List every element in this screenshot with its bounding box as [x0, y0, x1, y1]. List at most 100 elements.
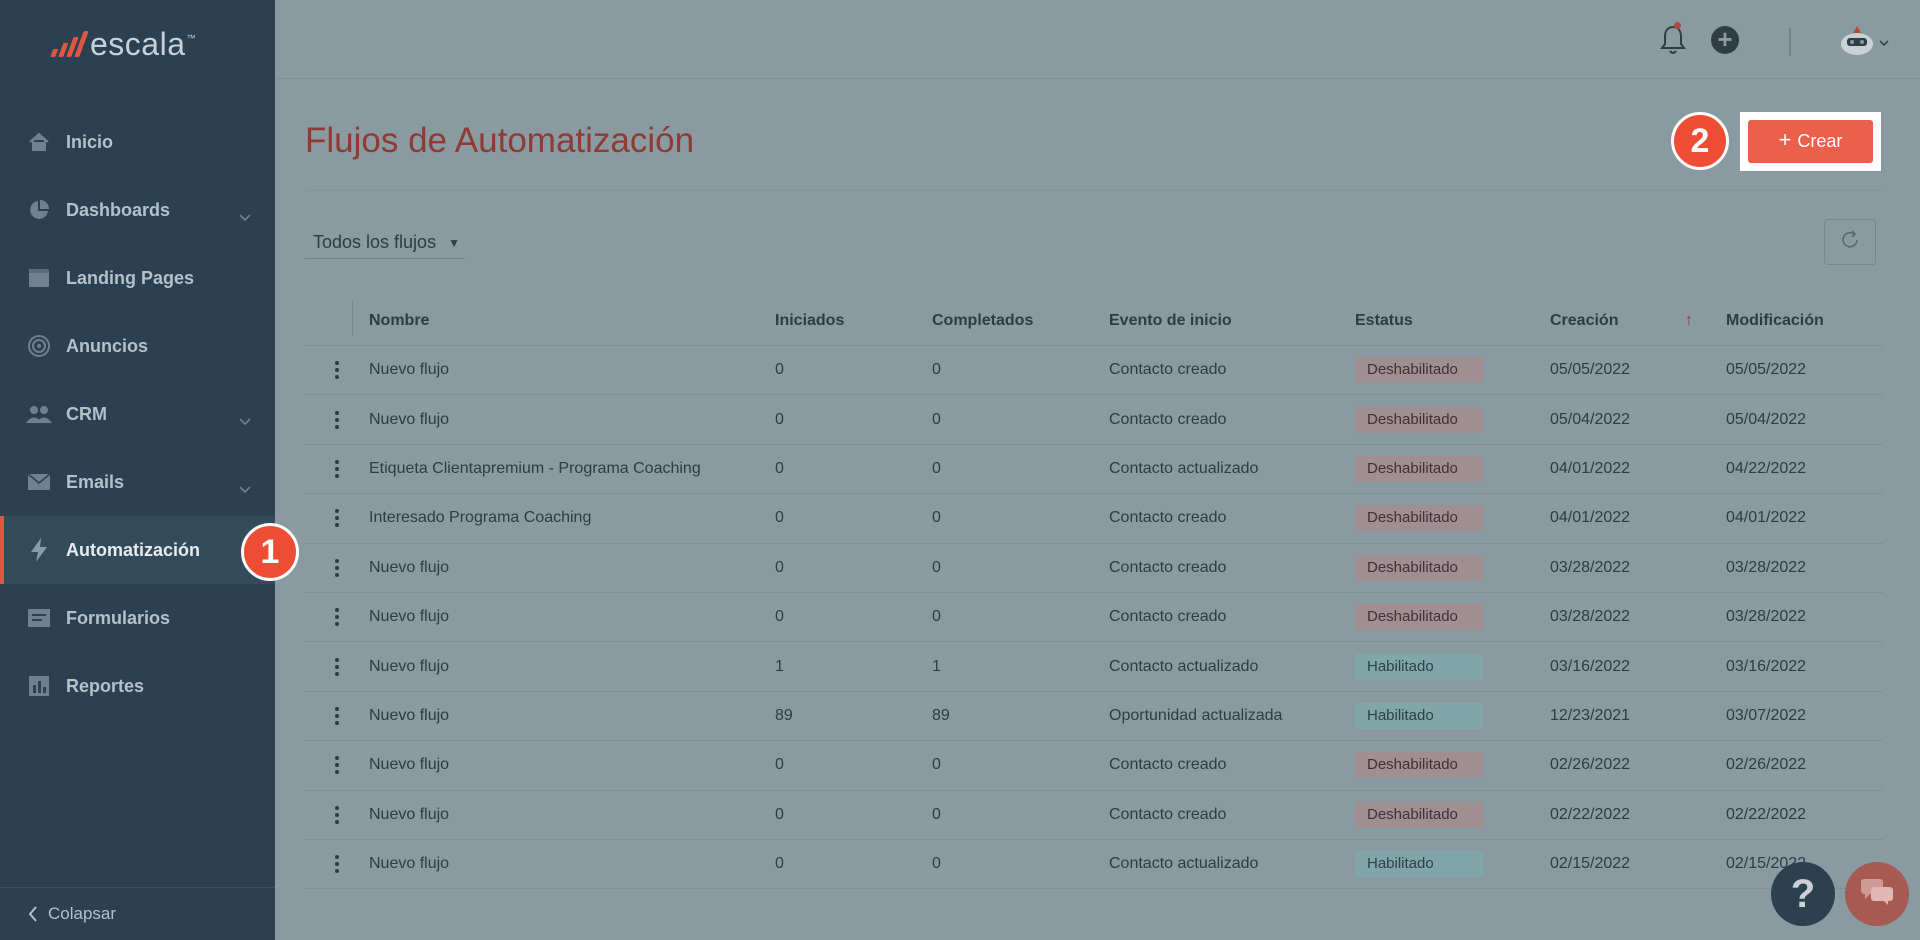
row-menu-cell [305, 555, 369, 581]
start-event: Contacto creado [1109, 509, 1227, 527]
sidebar-item-label: Automatización [66, 539, 201, 560]
escala-logo[interactable]: escala ™ [50, 26, 196, 62]
flow-name[interactable]: Nuevo flujo [369, 658, 775, 676]
status-cell: Habilitado [1355, 702, 1550, 729]
more-vertical-icon[interactable] [329, 752, 345, 778]
lightning-icon [26, 537, 52, 563]
table-row[interactable]: Nuevo flujo 0 0 Contacto creado Deshabilitad… [305, 346, 1883, 396]
created-date: 05/04/2022 [1550, 410, 1631, 428]
sidebar-item-reportes[interactable]: Reportes [0, 652, 275, 720]
chevron-down-icon[interactable] [1879, 34, 1889, 52]
created-date: 05/05/2022 [1550, 361, 1631, 379]
started-count: 0 [775, 558, 784, 576]
create-button[interactable]: + Crear [1748, 120, 1873, 163]
more-vertical-icon[interactable] [329, 357, 345, 383]
start-event: Oportunidad actualizada [1109, 706, 1283, 724]
created-date: 02/22/2022 [1550, 805, 1631, 823]
completed-count: 1 [932, 657, 941, 675]
collapse-sidebar-button[interactable]: Colapsar [0, 887, 275, 940]
created-date: 03/16/2022 [1550, 657, 1631, 675]
help-button[interactable]: ? [1771, 862, 1835, 926]
sidebar: escala ™ Inicio Dashboards Landing Pages [0, 0, 275, 940]
status-cell: Deshabilitado [1355, 357, 1550, 384]
flow-name[interactable]: Nuevo flujo [369, 855, 775, 873]
column-header-completados[interactable]: Completados [932, 312, 1109, 330]
completed-count: 0 [932, 361, 941, 379]
sidebar-item-crm[interactable]: CRM [0, 380, 275, 448]
table-row[interactable]: Etiqueta Clientapremium - Programa Coach… [305, 445, 1883, 495]
table-row[interactable]: Nuevo flujo 0 0 Contacto actualizado Habilit… [305, 840, 1883, 890]
column-header-creacion[interactable]: Creación ↑ [1550, 312, 1726, 330]
add-circle-icon[interactable]: + [1711, 26, 1739, 54]
flow-filter-select[interactable]: Todos los flujos ▼ [305, 227, 465, 259]
flow-name[interactable]: Nuevo flujo [369, 608, 775, 626]
table-row[interactable]: Nuevo flujo 89 89 Oportunidad actualizada Ha… [305, 692, 1883, 742]
status-cell: Deshabilitado [1355, 801, 1550, 828]
completed-count: 0 [932, 410, 941, 428]
row-menu-cell [305, 802, 369, 828]
started-count: 0 [775, 410, 784, 428]
flow-name[interactable]: Nuevo flujo [369, 756, 775, 774]
notifications-bell-icon[interactable] [1658, 22, 1688, 61]
page-title: Flujos de Automatización [305, 121, 695, 160]
sidebar-item-label: Landing Pages [66, 267, 195, 288]
sidebar-item-formularios[interactable]: Formularios [0, 584, 275, 652]
sidebar-item-label: Reportes [66, 675, 145, 696]
more-vertical-icon[interactable] [329, 604, 345, 630]
plus-icon: + [1778, 127, 1792, 152]
sidebar-item-landing-pages[interactable]: Landing Pages [0, 244, 275, 312]
refresh-button[interactable] [1824, 219, 1876, 265]
created-date: 02/15/2022 [1550, 855, 1631, 873]
table-row[interactable]: Nuevo flujo 1 1 Contacto actualizado Habilit… [305, 642, 1883, 692]
more-vertical-icon[interactable] [329, 802, 345, 828]
start-event: Contacto creado [1109, 361, 1227, 379]
flow-name[interactable]: Nuevo flujo [369, 806, 775, 824]
sidebar-item-dashboards[interactable]: Dashboards [0, 176, 275, 244]
sort-up-arrow-icon[interactable]: ↑ [1685, 312, 1693, 330]
column-header-estatus[interactable]: Estatus [1355, 312, 1550, 330]
caret-down-icon: ▼ [448, 235, 460, 250]
more-vertical-icon[interactable] [329, 851, 345, 877]
status-badge: Habilitado [1355, 653, 1483, 680]
flow-name[interactable]: Nuevo flujo [369, 707, 775, 725]
column-header-evento[interactable]: Evento de inicio [1109, 312, 1355, 330]
column-header-nombre[interactable]: Nombre [369, 312, 775, 330]
flow-name[interactable]: Nuevo flujo [369, 361, 775, 379]
flow-name[interactable]: Etiqueta Clientapremium - Programa Coach… [369, 460, 775, 478]
more-vertical-icon[interactable] [329, 456, 345, 482]
flow-name[interactable]: Interesado Programa Coaching [369, 509, 775, 527]
table-row[interactable]: Nuevo flujo 0 0 Contacto creado Deshabilitad… [305, 593, 1883, 643]
status-badge: Deshabilitado [1355, 801, 1483, 828]
modified-date: 05/05/2022 [1726, 361, 1807, 379]
flow-name[interactable]: Nuevo flujo [369, 411, 775, 429]
table-row[interactable]: Nuevo flujo 0 0 Contacto creado Deshabilitad… [305, 395, 1883, 445]
modified-date: 05/04/2022 [1726, 410, 1807, 428]
column-header-modificacion[interactable]: Modificación [1726, 312, 1876, 330]
completed-count: 0 [932, 459, 941, 477]
start-event: Contacto creado [1109, 608, 1227, 626]
sidebar-item-inicio[interactable]: Inicio [0, 108, 275, 176]
sidebar-item-emails[interactable]: Emails [0, 448, 275, 516]
chat-button[interactable] [1845, 862, 1909, 926]
started-count: 0 [775, 459, 784, 477]
more-vertical-icon[interactable] [329, 505, 345, 531]
more-vertical-icon[interactable] [329, 407, 345, 433]
table-row[interactable]: Nuevo flujo 0 0 Contacto creado Deshabilitad… [305, 544, 1883, 593]
collapse-label: Colapsar [48, 904, 117, 923]
sidebar-item-label: Formularios [66, 607, 171, 628]
column-header-iniciados[interactable]: Iniciados [775, 312, 932, 330]
status-badge: Habilitado [1355, 851, 1483, 878]
table-row[interactable]: Interesado Programa Coaching 0 0 Contacto c… [305, 494, 1883, 544]
avatar[interactable] [1837, 24, 1877, 58]
sidebar-item-automatizacion[interactable]: Automatización [0, 516, 275, 584]
row-menu-cell [305, 604, 369, 630]
more-vertical-icon[interactable] [329, 703, 345, 729]
sidebar-item-label: Anuncios [66, 335, 149, 356]
status-cell: Deshabilitado [1355, 554, 1550, 581]
flow-name[interactable]: Nuevo flujo [369, 559, 775, 577]
table-row[interactable]: Nuevo flujo 0 0 Contacto creado Deshabilitad… [305, 741, 1883, 791]
more-vertical-icon[interactable] [329, 555, 345, 581]
sidebar-item-anuncios[interactable]: Anuncios [0, 312, 275, 380]
table-row[interactable]: Nuevo flujo 0 0 Contacto creado Deshabilitad… [305, 791, 1883, 840]
more-vertical-icon[interactable] [329, 654, 345, 680]
